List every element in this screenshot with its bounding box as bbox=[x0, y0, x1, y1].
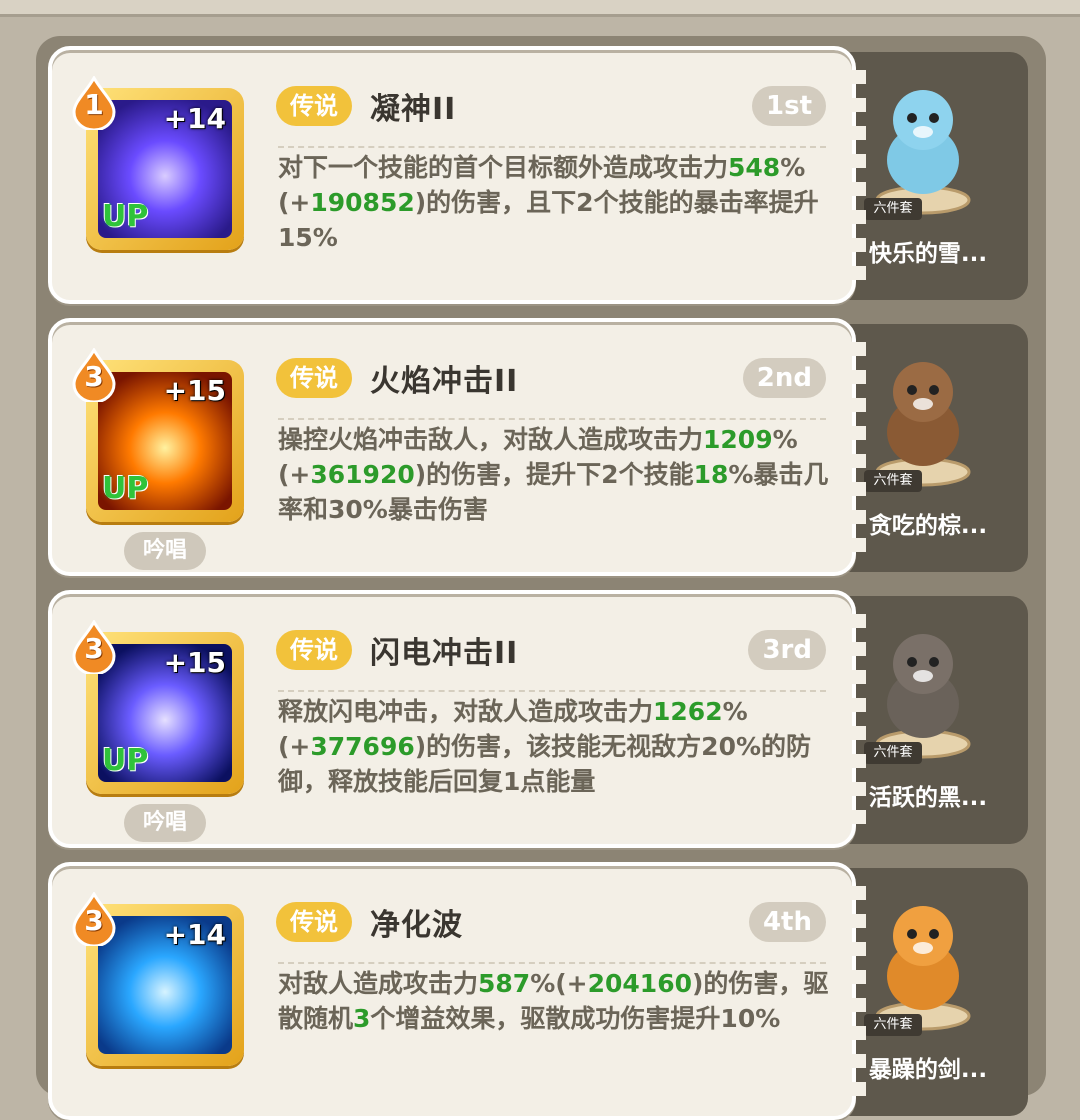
skill-description: 对下一个技能的首个目标额外造成攻击力548%(+190852)的伤害，且下2个技… bbox=[278, 150, 838, 255]
description-text: 对下一个技能的首个目标额外造成攻击力 bbox=[278, 153, 729, 182]
rarity-badge: 传说 bbox=[276, 630, 352, 670]
card-edge-decoration bbox=[848, 886, 866, 1096]
pet-figure bbox=[852, 68, 994, 218]
rarity-badge: 传说 bbox=[276, 902, 352, 942]
highlight-value: 587 bbox=[478, 969, 531, 998]
upgrade-label: UP bbox=[102, 199, 149, 234]
chant-badge: 吟唱 bbox=[124, 804, 206, 842]
upgrade-label: UP bbox=[102, 471, 149, 506]
skill-row[interactable]: 六件套 暴躁的剑... +14 3 传说 净化波 4th 对敌人造成攻击力587%(+2041… bbox=[48, 862, 1028, 1120]
skill-card[interactable]: +14 3 传说 净化波 4th 对敌人造成攻击力587%(+204160)的伤害，驱散随… bbox=[48, 862, 866, 1120]
rank-badge: 3rd bbox=[748, 630, 826, 670]
order-number: 1 bbox=[84, 88, 104, 121]
rarity-badge: 传说 bbox=[276, 86, 352, 126]
divider bbox=[278, 418, 826, 420]
order-number: 3 bbox=[84, 360, 104, 393]
description-text: 对敌人造成攻击力 bbox=[278, 969, 479, 998]
skill-description: 操控火焰冲击敌人，对敌人造成攻击力1209%(+361920)的伤害，提升下2个… bbox=[278, 422, 838, 527]
highlight-value: 1209 bbox=[703, 425, 773, 454]
rarity-badge: 传说 bbox=[276, 358, 352, 398]
skill-description: 释放闪电冲击，对敌人造成攻击力1262%(+377696)的伤害，该技能无视敌方… bbox=[278, 694, 838, 799]
skill-card[interactable]: +15 UP 3 吟唱 传说 闪电冲击II 3rd 释放闪电冲击，对敌人造成攻击力1262%(… bbox=[48, 590, 866, 848]
description-text: )的伤害，提升下2个技能 bbox=[414, 460, 694, 489]
skill-name: 凝神II bbox=[370, 92, 457, 127]
skill-card[interactable]: +14 UP 1 传说 凝神II 1st 对下一个技能的首个目标额外造成攻击力548%(+1… bbox=[48, 46, 866, 304]
set-label: 六件套 bbox=[864, 1014, 922, 1036]
description-text: 释放闪电冲击，对敌人造成攻击力 bbox=[278, 697, 654, 726]
pet-figure bbox=[852, 612, 994, 762]
rank-badge: 1st bbox=[752, 86, 826, 126]
skill-icon[interactable]: +15 UP 3 bbox=[72, 618, 244, 794]
skill-level-plus: +14 bbox=[163, 918, 226, 951]
highlight-value: 190852 bbox=[310, 188, 415, 217]
highlight-value: 377696 bbox=[310, 732, 415, 761]
skill-row[interactable]: 六件套 活跃的黑... +15 UP 3 吟唱 传说 闪电冲击II 3rd 释放闪电冲击，对敌人造… bbox=[48, 590, 1028, 848]
skill-name: 净化波 bbox=[370, 908, 463, 943]
order-drop-icon: 3 bbox=[72, 618, 116, 676]
divider bbox=[278, 690, 826, 692]
card-edge-decoration bbox=[848, 614, 866, 824]
card-edge-decoration bbox=[848, 70, 866, 280]
set-label: 六件套 bbox=[864, 470, 922, 492]
order-number: 3 bbox=[84, 632, 104, 665]
set-label: 六件套 bbox=[864, 198, 922, 220]
skill-name: 火焰冲击II bbox=[370, 364, 519, 399]
highlight-value: 1262 bbox=[653, 697, 723, 726]
top-strip bbox=[0, 0, 1080, 17]
pet-figure bbox=[852, 884, 994, 1034]
chant-badge: 吟唱 bbox=[124, 532, 206, 570]
highlight-value: 3 bbox=[353, 1004, 371, 1033]
highlight-value: 548 bbox=[728, 153, 781, 182]
order-drop-icon: 3 bbox=[72, 890, 116, 948]
skill-level-plus: +14 bbox=[163, 102, 226, 135]
description-text: %(+ bbox=[530, 969, 588, 998]
skill-name: 闪电冲击II bbox=[370, 636, 519, 671]
order-drop-icon: 3 bbox=[72, 346, 116, 404]
rank-badge: 2nd bbox=[742, 358, 826, 398]
skill-icon[interactable]: +14 UP 1 bbox=[72, 74, 244, 250]
set-label: 六件套 bbox=[864, 742, 922, 764]
highlight-value: 361920 bbox=[310, 460, 415, 489]
divider bbox=[278, 146, 826, 148]
pet-figure bbox=[852, 340, 994, 490]
highlight-value: 204160 bbox=[587, 969, 692, 998]
skill-icon[interactable]: +14 3 bbox=[72, 890, 244, 1066]
upgrade-label: UP bbox=[102, 743, 149, 778]
skill-description: 对敌人造成攻击力587%(+204160)的伤害，驱散随机3个增益效果，驱散成功… bbox=[278, 966, 838, 1036]
skill-level-plus: +15 bbox=[163, 646, 226, 679]
skill-icon[interactable]: +15 UP 3 bbox=[72, 346, 244, 522]
card-edge-decoration bbox=[848, 342, 866, 552]
description-text: 操控火焰冲击敌人，对敌人造成攻击力 bbox=[278, 425, 704, 454]
order-drop-icon: 1 bbox=[72, 74, 116, 132]
description-text: 个增益效果，驱散成功伤害提升10% bbox=[370, 1004, 781, 1033]
divider bbox=[278, 962, 826, 964]
skill-row[interactable]: 六件套 快乐的雪... +14 UP 1 传说 凝神II 1st 对下一个技能的首个目标额外造成… bbox=[48, 46, 1028, 304]
skill-level-plus: +15 bbox=[163, 374, 226, 407]
skill-row[interactable]: 六件套 贪吃的棕... +15 UP 3 吟唱 传说 火焰冲击II 2nd 操控火焰冲击敌人，对敌… bbox=[48, 318, 1028, 576]
rank-badge: 4th bbox=[748, 902, 826, 942]
highlight-value: 18 bbox=[693, 460, 729, 489]
skill-card[interactable]: +15 UP 3 吟唱 传说 火焰冲击II 2nd 操控火焰冲击敌人，对敌人造成攻击力1209… bbox=[48, 318, 866, 576]
order-number: 3 bbox=[84, 904, 104, 937]
